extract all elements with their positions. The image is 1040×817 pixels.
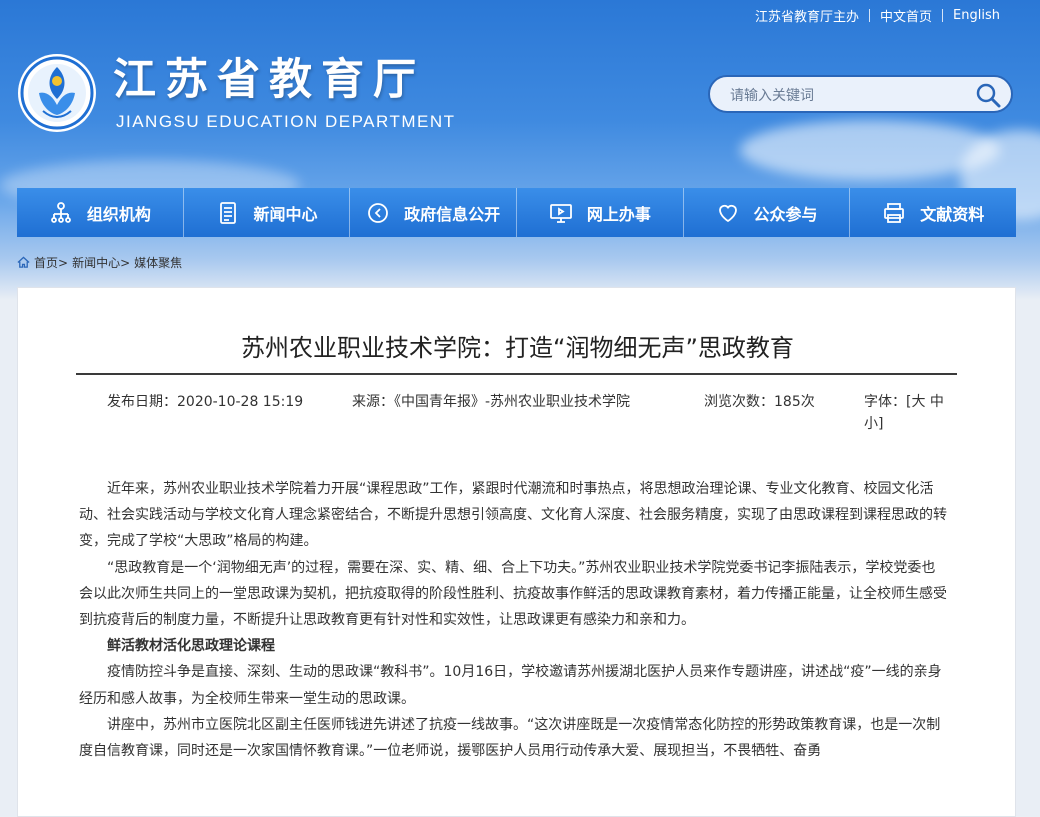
top-links-bar: 江苏省教育厅主办 中文首页 English — [745, 6, 1010, 25]
article-body: 近年来，苏州农业职业技术学院着力开展“课程思政”工作，紧跟时代潮流和时事热点，将… — [79, 476, 949, 764]
nav-label: 新闻中心 — [253, 204, 318, 224]
nav-label: 组织机构 — [86, 204, 151, 224]
heart-icon — [718, 204, 737, 222]
font-size-label: 字体： — [864, 394, 906, 410]
document-icon — [219, 201, 236, 224]
breadcrumb-current[interactable]: 媒体聚焦 — [134, 254, 182, 271]
search-box — [708, 75, 1013, 113]
site-title: 江苏省教育厅 — [113, 55, 425, 105]
sponsor-text: 江苏省教育厅主办 — [755, 10, 860, 25]
article-paragraph: 疫情防控斗争是直接、深刻、生动的思政课“教科书”。10月16日，学校邀请苏州援湖… — [79, 664, 942, 707]
search-icon[interactable] — [975, 82, 1001, 108]
nav-item-online-service[interactable]: 网上办事 — [517, 188, 684, 237]
font-size-control: 字体：[大 中 小] — [864, 391, 954, 435]
site-title-english: JIANGSU EDUCATION DEPARTMENT — [116, 112, 456, 131]
article-source: 来源：《中国青年报》-苏州农业职业技术学院 — [352, 391, 672, 413]
nav-label: 公众参与 — [753, 204, 818, 224]
publish-date: 发布日期：2020-10-28 15:19 — [107, 394, 304, 410]
nav-label: 政府信息公开 — [404, 204, 501, 224]
nav-label: 文献资料 — [920, 204, 985, 224]
section-heading: 鲜活教材活化思政理论课程 — [107, 638, 275, 655]
home-icon — [17, 256, 30, 268]
play-circle-icon — [368, 202, 389, 223]
english-link[interactable]: English — [943, 8, 1010, 23]
breadcrumb-news[interactable]: 新闻中心> — [72, 254, 130, 271]
printer-icon — [884, 202, 905, 223]
nav-item-news[interactable]: 新闻中心 — [184, 188, 351, 237]
article-paragraph: 讲座中，苏州市立医院北区副主任医师钱进先讲述了抗疫一线故事。“这次讲座既是一次疫… — [79, 716, 941, 760]
search-input[interactable] — [728, 85, 972, 107]
main-nav: 组织机构 新闻中心 政府信息公开 网上办事 公众参与 文献资料 — [17, 188, 1016, 237]
view-count: 浏览次数：185次 — [704, 394, 815, 410]
department-emblem-icon[interactable] — [17, 53, 97, 133]
source-text: 来源：《中国青年报》-苏州农业职业技术学院 — [352, 394, 631, 410]
breadcrumb-home[interactable]: 首页> — [34, 254, 68, 271]
nav-item-organization[interactable]: 组织机构 — [17, 188, 184, 237]
monitor-icon — [549, 203, 572, 223]
article-panel: 苏州农业职业技术学院：打造“润物细无声”思政教育 发布日期：2020-10-28… — [17, 287, 1016, 817]
chinese-home-link[interactable]: 中文首页 — [870, 6, 942, 25]
nav-item-literature[interactable]: 文献资料 — [850, 188, 1016, 237]
title-divider — [76, 373, 957, 375]
nav-item-gov-info[interactable]: 政府信息公开 — [350, 188, 518, 237]
nav-label: 网上办事 — [586, 204, 651, 224]
nav-item-public-participation[interactable]: 公众参与 — [684, 188, 851, 237]
article-paragraph: 近年来，苏州农业职业技术学院着力开展“课程思政”工作，紧跟时代潮流和时事热点，将… — [79, 481, 947, 550]
breadcrumb: 首页> 新闻中心> 媒体聚焦 — [17, 254, 182, 271]
article-paragraph: “思政教育是一个‘润物细无声’的过程，需要在深、实、精、细、合上下功夫。”苏州农… — [79, 559, 947, 629]
article-title: 苏州农业职业技术学院：打造“润物细无声”思政教育 — [241, 334, 794, 362]
org-chart-icon — [50, 201, 71, 223]
